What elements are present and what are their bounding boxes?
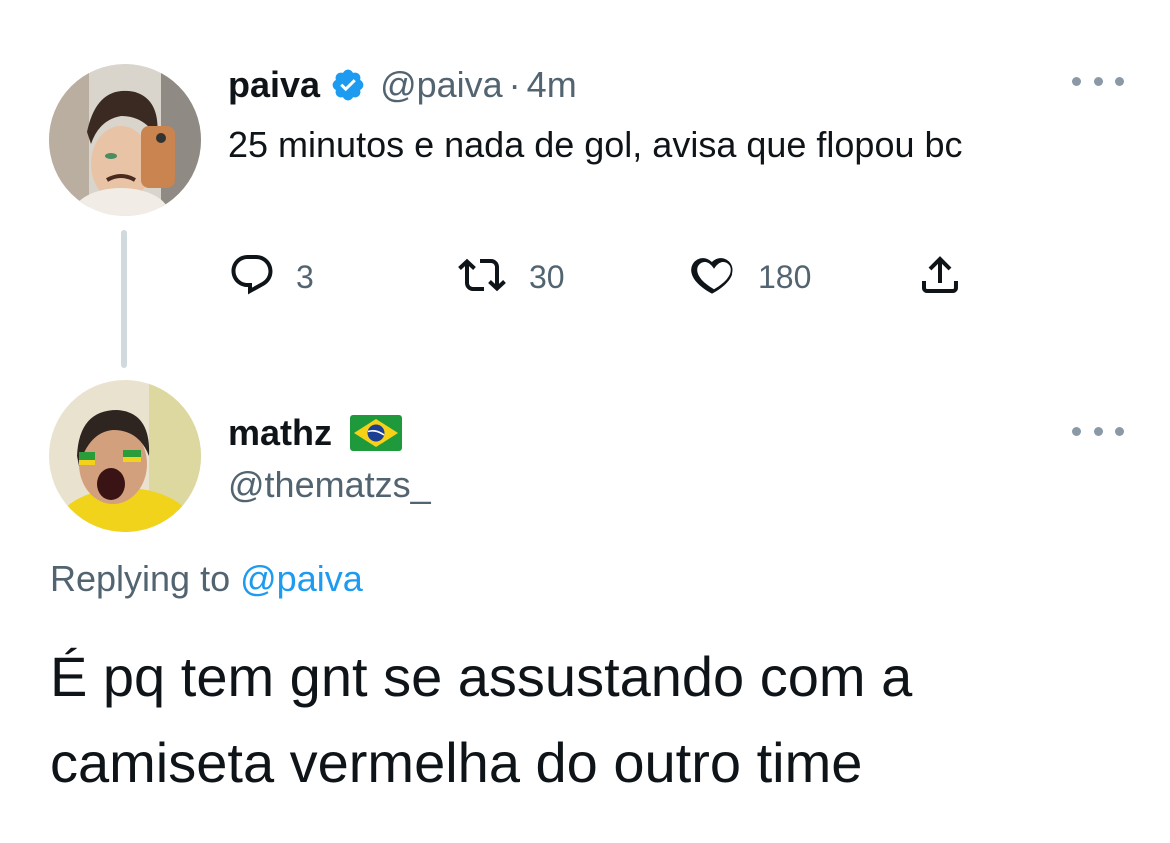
reply-tweet-text: É pq tem gnt se assustando com a camiset… bbox=[50, 645, 913, 794]
share-icon bbox=[916, 251, 964, 304]
author-name[interactable]: mathz bbox=[228, 412, 332, 454]
author-name[interactable]: paiva bbox=[228, 64, 320, 106]
share-button[interactable] bbox=[916, 252, 964, 302]
replying-to-mention-link[interactable]: @paiva bbox=[240, 558, 363, 599]
author-handle[interactable]: @thematzs_ bbox=[228, 464, 431, 506]
retweet-button[interactable]: 30 bbox=[455, 252, 565, 302]
verified-badge-icon bbox=[330, 67, 366, 103]
author-handle[interactable]: @paiva bbox=[380, 64, 503, 106]
reply-icon bbox=[228, 251, 276, 304]
parent-tweet-text: 25 minutos e nada de gol, avisa que flop… bbox=[228, 124, 963, 165]
reply-button[interactable]: 3 bbox=[228, 252, 314, 302]
brazil-flag-icon bbox=[350, 415, 403, 451]
tweet-timestamp[interactable]: 4m bbox=[527, 64, 577, 106]
replying-to-line: Replying to @paiva bbox=[50, 558, 363, 600]
like-count: 180 bbox=[758, 258, 812, 295]
more-icon[interactable] bbox=[1072, 74, 1124, 88]
dot-separator: · bbox=[508, 64, 521, 105]
more-icon[interactable] bbox=[1072, 424, 1124, 438]
like-button[interactable]: 180 bbox=[690, 252, 811, 302]
replying-to-label: Replying to bbox=[50, 558, 231, 599]
mathz-avatar[interactable] bbox=[49, 380, 201, 532]
parent-tweet-header: paiva @paiva · 4m bbox=[228, 60, 577, 110]
reply-tweet-header: mathz bbox=[228, 406, 403, 460]
paiva-avatar[interactable] bbox=[49, 64, 201, 216]
thread-connector-line bbox=[121, 230, 127, 368]
like-icon bbox=[690, 251, 738, 304]
retweet-count: 30 bbox=[529, 258, 565, 295]
retweet-icon bbox=[455, 251, 509, 304]
reply-count: 3 bbox=[296, 258, 314, 295]
